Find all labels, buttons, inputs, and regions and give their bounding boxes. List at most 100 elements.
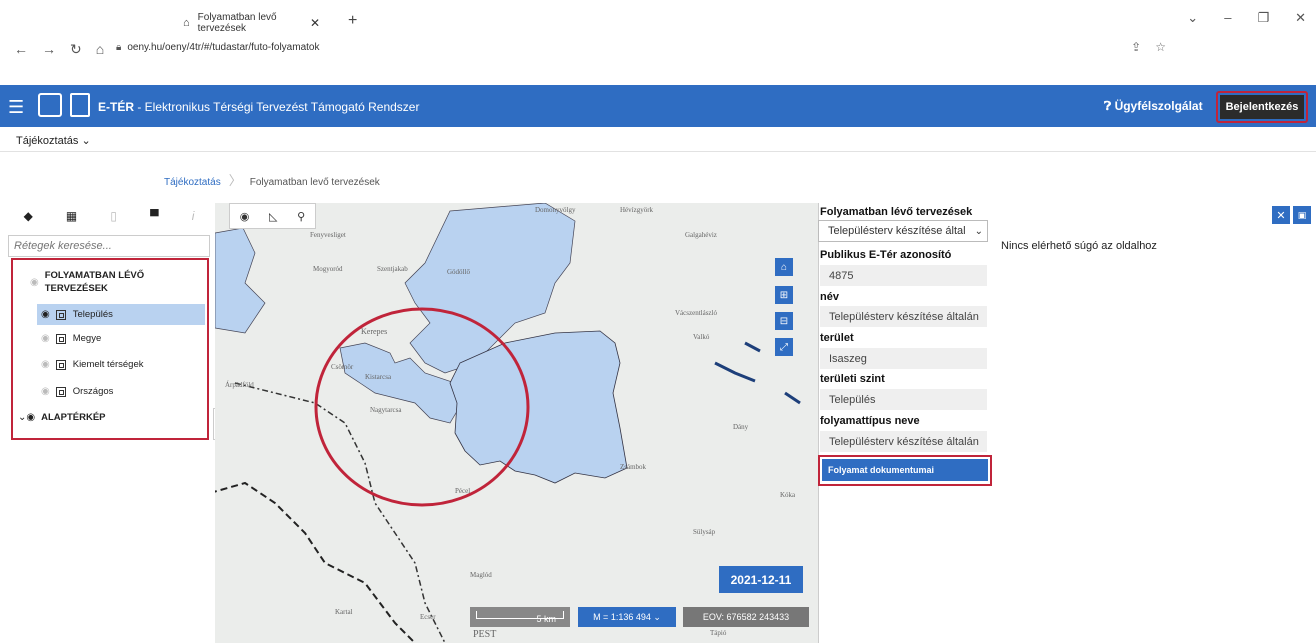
print-icon[interactable]: ▀ [150,209,159,223]
map-label: Hévízgyörk [620,206,654,214]
layers-icon[interactable]: ◆ [24,209,33,223]
field-label: terület [820,332,854,344]
map-label: Mogyoród [313,265,343,273]
map-label: Gödöllő [447,268,470,276]
map-label: Szentjakab [377,265,408,273]
map-label: Fenyvesliget [310,231,346,239]
close-icon: ✕ [1276,209,1286,222]
process-select[interactable]: Településterv készítése által ⌄ [818,220,988,242]
eye-icon[interactable]: ⌄◉ [18,412,35,423]
legend-icon[interactable]: ▯ [110,209,117,223]
close-panel-button[interactable]: ✕ [1272,206,1290,224]
zoom-out-button[interactable]: ⊟ [775,312,793,330]
chevron-down-icon[interactable]: ⌄ [1187,10,1198,26]
pin-panel-button[interactable]: ▣ [1293,206,1311,224]
login-highlight: Bejelentkezés [1216,91,1308,123]
field-label: területi szint [820,373,885,385]
support-link[interactable]: ❓︎ Ügyfélszolgálat [1104,99,1203,114]
eov-coordinates: EOV: 676582 243433 [683,607,809,627]
map-label: Ecser [420,613,436,621]
field-value: Isaszeg [820,348,987,369]
close-window-icon[interactable]: ✕ [1295,10,1306,26]
map-icon[interactable]: ▦ [66,209,77,223]
submenu-tajekoztatas[interactable]: Tájékoztatás ⌄ [16,134,91,147]
map-label: Tápió [710,629,727,637]
eye-icon[interactable]: ◉ [41,309,50,320]
minus-icon: ⊟ [779,315,789,327]
eye-off-icon[interactable]: ◉ [41,386,50,397]
new-tab-icon[interactable]: + [348,12,357,30]
eye-off-icon[interactable]: ◉ [41,333,50,344]
app-title: E-TÉR - Elektronikus Térségi Tervezést T… [98,100,420,114]
zoom-in-button[interactable]: ⊞ [775,286,793,304]
layer-panel-toolbar: ◆ ▦ ▯ ▀ i [7,203,211,229]
page-icon: ⌂ [183,16,190,29]
bookmark-star-icon[interactable]: ☆ [1155,40,1166,54]
search-icon[interactable]: ⚲ [297,210,305,223]
map-label: Galgahéviz [685,231,717,239]
scale-bar: 5 km [470,607,570,627]
back-icon[interactable]: ← [14,41,28,57]
login-button[interactable]: Bejelentkezés [1220,95,1304,119]
info-icon[interactable]: i [192,209,195,223]
map-label: Zsámbok [620,463,647,471]
eye-off-icon[interactable]: ◉ [41,359,50,370]
layer-item-orszagos[interactable]: ◉ Országos [41,386,113,397]
map-label: Pécel [455,487,471,495]
restore-icon[interactable]: ❐ [1257,10,1269,26]
breadcrumb-link[interactable]: Tájékoztatás [164,177,221,188]
layer-item-telepules[interactable]: ◉ Település [37,304,205,325]
close-tab-icon[interactable]: ✕ [310,16,320,30]
url-field[interactable]: 🔒︎ oeny.hu/oeny/4tr/#/tudastar/futo-folya… [116,42,319,53]
field-label: név [820,291,839,303]
doc-button-highlight: Folyamat dokumentumai [818,455,992,486]
map-label: Csömör [331,363,354,371]
help-circle-icon: ❓︎ [1104,99,1112,113]
info-panel-title: Folyamatban lévő tervezések [820,206,973,218]
eye-icon[interactable]: ◉ [240,210,250,223]
browser-tab[interactable]: ⌂ Folyamatban levő tervezések ✕ [165,11,340,34]
reload-icon[interactable]: ↻ [70,41,82,58]
map-label: Vácszentlászló [675,309,717,317]
field-label: folyamattípus neve [820,415,920,427]
map-label: Dány [733,423,749,431]
layer-style-icon [55,386,66,397]
layer-group-folyamatban[interactable]: ◉ FOLYAMATBAN LÉVŐ TERVEZÉSEK [30,269,205,295]
share-icon[interactable]: ⇪ [1131,40,1141,54]
map-date-badge: 2021-12-11 [719,566,803,593]
map-label: Maglód [470,571,492,579]
submenu-divider [0,151,1316,152]
layer-item-megye[interactable]: ◉ Megye [41,333,101,344]
layer-style-icon [55,309,66,320]
map-home-button[interactable]: ⌂ [775,258,793,276]
fullscreen-button[interactable]: ⤢ [775,338,793,356]
home-icon[interactable]: ⌂ [96,41,104,57]
map-label: Kóka [780,491,796,499]
plus-icon: ⊞ [779,289,789,301]
map-toolbar: ◉ ◺ ⚲ [229,203,316,229]
chevron-down-icon: ⌄ [974,226,983,237]
chevron-down-icon: ⌄ [653,611,661,622]
map-label: Kerepes [361,327,388,336]
eye-off-icon[interactable]: ◉ [30,277,39,288]
etér-logo-icon[interactable] [70,93,90,117]
map-label: Valkó [693,333,710,341]
window-controls: ⌄ – ❐ ✕ [1187,10,1306,26]
process-documents-button[interactable]: Folyamat dokumentumai [822,459,988,481]
chevron-down-icon: ⌄ [81,135,91,147]
home-logo-icon[interactable] [38,93,62,117]
map-label: Árpádföld [225,381,254,389]
minimize-icon[interactable]: – [1224,10,1231,26]
forward-icon[interactable]: → [42,41,56,57]
layer-item-kiemelt[interactable]: ◉ Kiemelt térségek [41,359,144,370]
pin-icon: ▣ [1297,209,1307,220]
breadcrumb-separator: 〉 [228,173,242,188]
hamburger-menu-icon[interactable]: ☰ [8,97,24,118]
expand-icon: ⤢ [780,341,788,353]
layer-style-icon [55,359,66,370]
map-label: Domonyvölgy [535,206,576,214]
layer-group-alapterkep[interactable]: ⌄◉ ALAPTÉRKÉP [18,412,106,423]
layer-search-input[interactable] [8,235,210,257]
measure-icon[interactable]: ◺ [269,210,277,223]
scale-select[interactable]: M = 1:136 494 ⌄ [578,607,676,627]
